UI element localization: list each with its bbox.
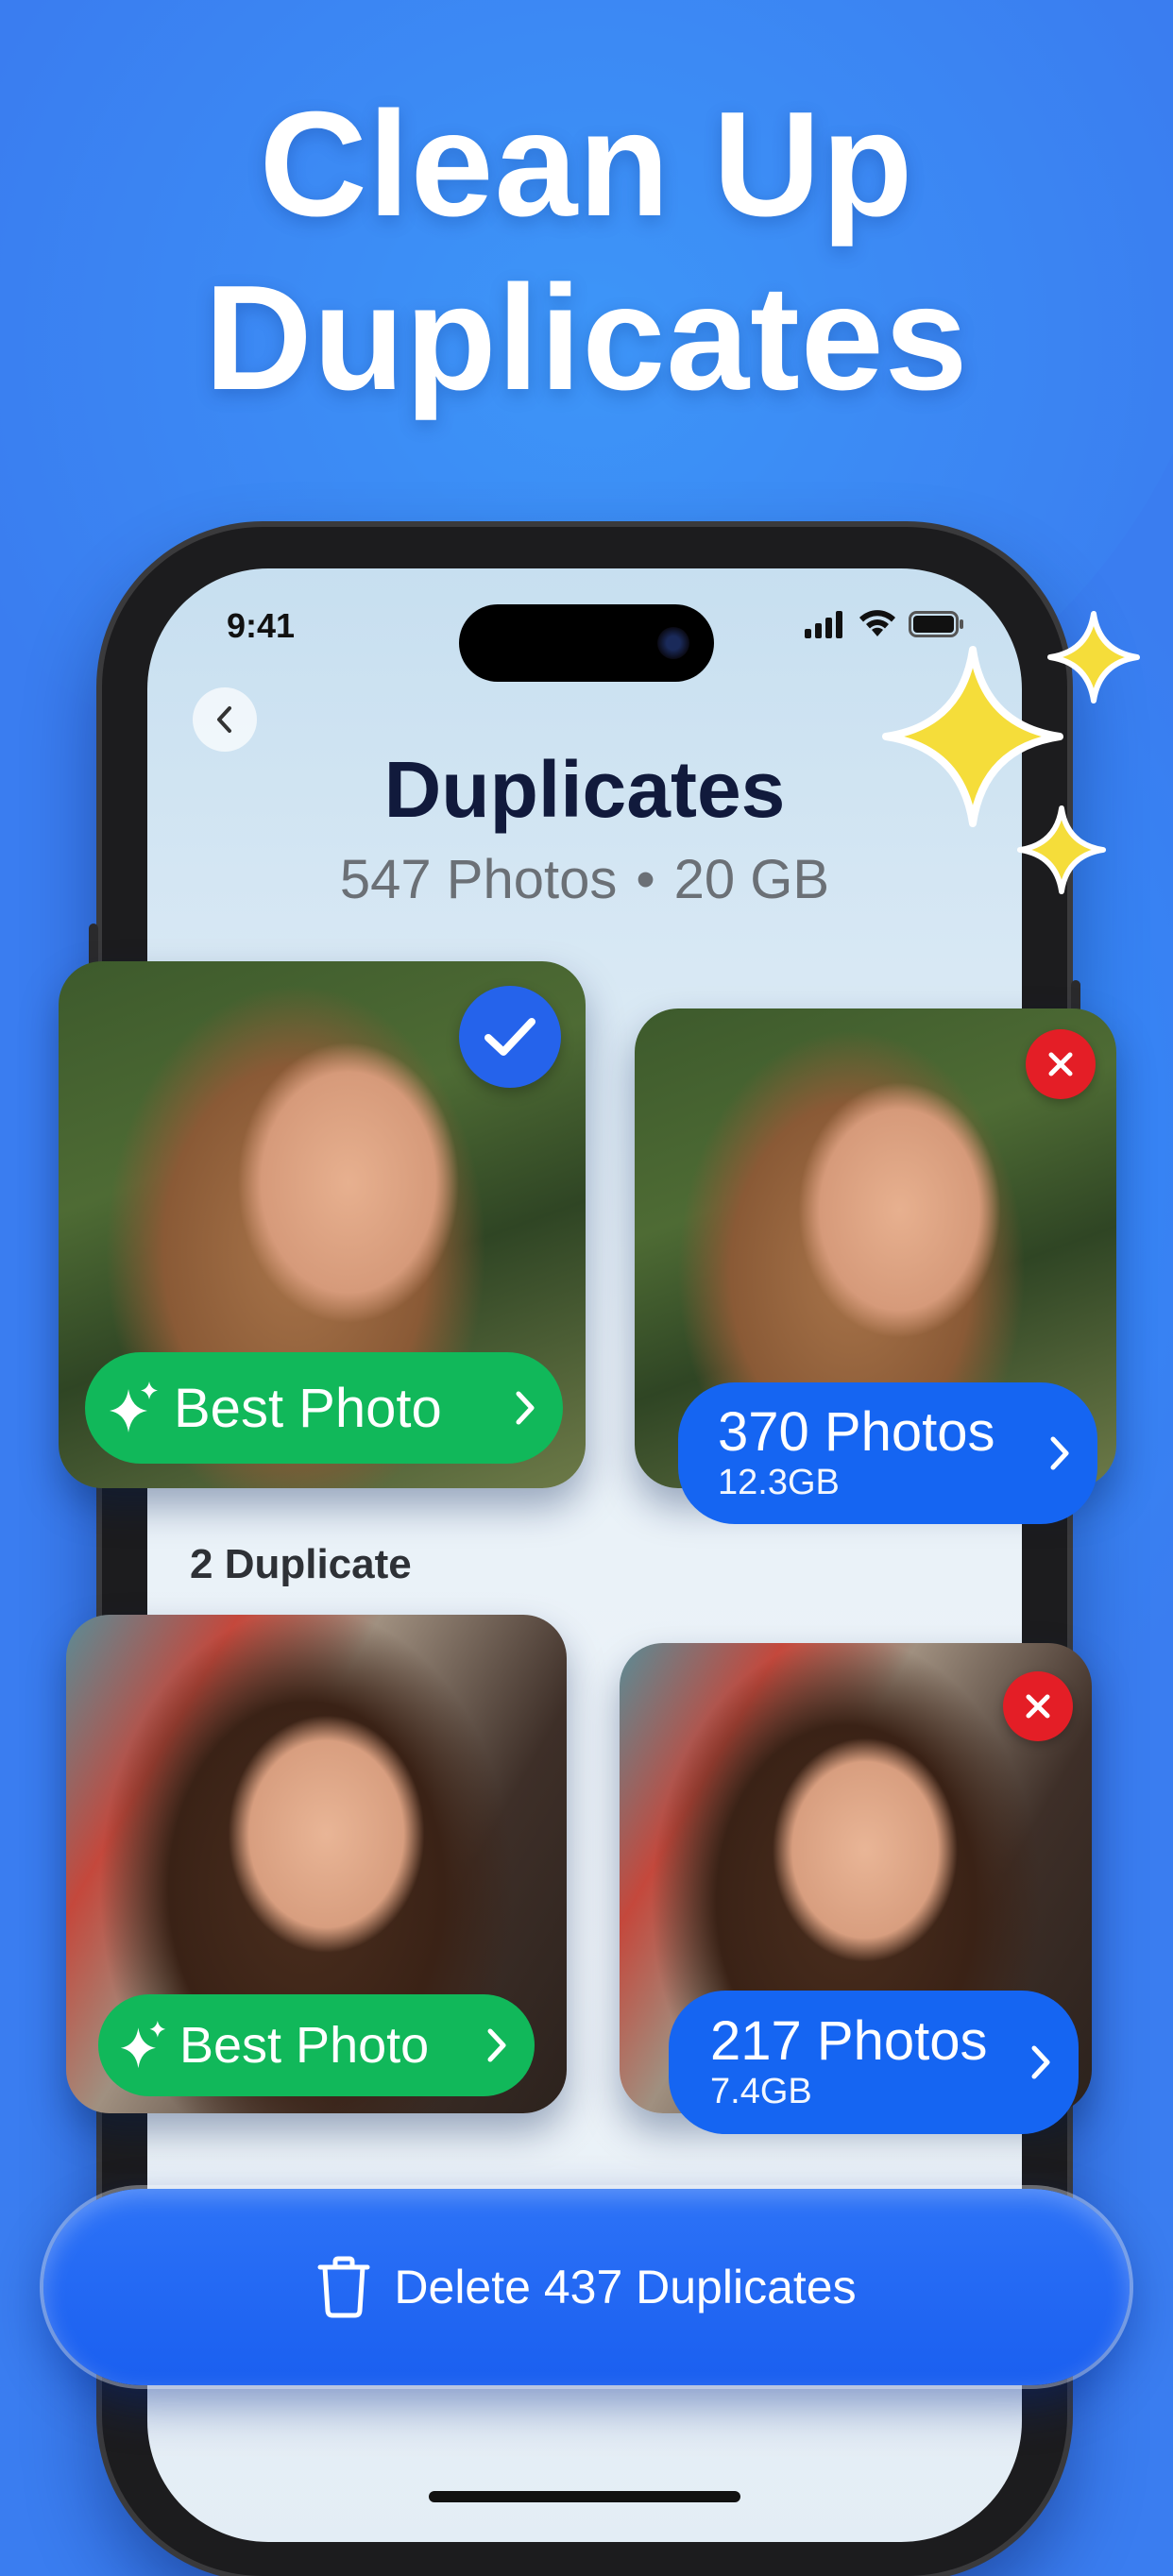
close-icon: [1048, 1052, 1073, 1076]
sparkles-icon: [110, 1381, 158, 1432]
trash-icon: [317, 2256, 370, 2318]
best-photo-label: Best Photo: [179, 2017, 430, 2074]
best-photo-label: Best Photo: [174, 1377, 442, 1439]
signal-icon: [805, 611, 842, 638]
status-icons: [803, 610, 965, 638]
duplicates-count-button-1[interactable]: 370 Photos 12.3GB: [678, 1382, 1097, 1524]
headline-line-2: Duplicates: [204, 255, 969, 421]
storage-size: 20 GB: [673, 849, 830, 910]
star-sparkle-icon: [1047, 611, 1140, 703]
separator-dot: •: [636, 849, 655, 910]
headline-line-1: Clean Up: [259, 81, 914, 247]
photos-count: 547 Photos: [339, 849, 618, 910]
best-photo-card-1[interactable]: Best Photo: [59, 961, 586, 1488]
summary-line: 547 Photos • 20 GB: [147, 848, 1022, 911]
close-icon: [1026, 1694, 1050, 1719]
checkmark-icon: [484, 1018, 536, 1056]
remove-button[interactable]: [1003, 1671, 1073, 1741]
chevron-right-icon: [1050, 1436, 1069, 1470]
remove-button[interactable]: [1026, 1029, 1096, 1099]
status-time: 9:41: [227, 606, 296, 645]
star-sparkle-icon: [1016, 805, 1107, 895]
sparkles-icon: [120, 2021, 166, 2069]
chevron-right-icon: [1031, 2045, 1050, 2079]
duplicates-count-label: 217 Photos: [710, 2010, 988, 2072]
duplicates-count-button-2[interactable]: 217 Photos 7.4GB: [669, 1991, 1079, 2134]
home-indicator: [429, 2491, 740, 2502]
battery-icon: [909, 611, 963, 637]
chevron-right-icon: [516, 1391, 535, 1425]
section-label: 2 Duplicate: [190, 1541, 412, 1587]
camera-icon: [657, 627, 689, 659]
best-photo-button[interactable]: Best Photo: [85, 1352, 563, 1464]
delete-duplicates-button[interactable]: Delete 437 Duplicates: [43, 2189, 1130, 2385]
star-sparkle-icon: [882, 646, 1063, 827]
selected-check[interactable]: [459, 986, 561, 1088]
dynamic-island: [459, 604, 714, 682]
back-chevron-icon: [217, 706, 231, 733]
duplicates-size-label: 7.4GB: [710, 2072, 812, 2111]
wifi-icon: [859, 610, 895, 636]
best-photo-button[interactable]: Best Photo: [98, 1994, 535, 2096]
back-button[interactable]: [193, 687, 257, 752]
duplicates-size-label: 12.3GB: [718, 1463, 840, 1502]
duplicates-count-label: 370 Photos: [718, 1401, 995, 1463]
delete-button-label: Delete 437 Duplicates: [394, 2261, 857, 2313]
best-photo-card-2[interactable]: Best Photo: [66, 1615, 567, 2113]
chevron-right-icon: [487, 2028, 506, 2062]
